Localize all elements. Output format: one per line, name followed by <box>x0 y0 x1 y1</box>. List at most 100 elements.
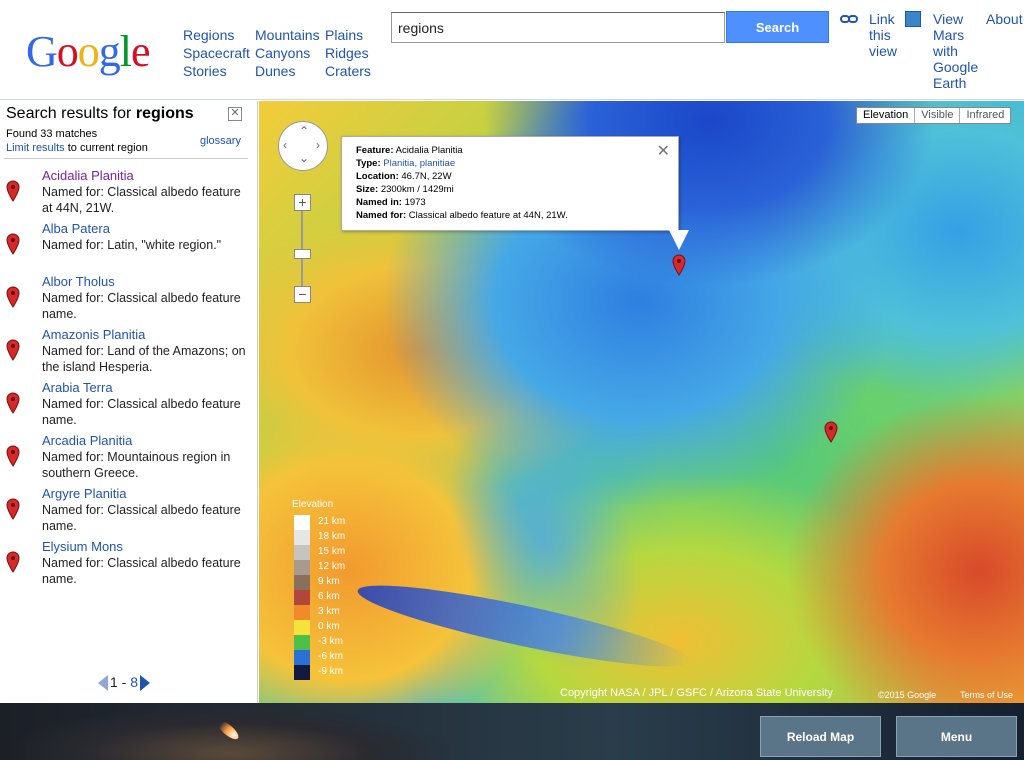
map-marker-icon[interactable] <box>672 254 686 276</box>
result-title-link[interactable]: Arabia Terra <box>42 380 113 395</box>
zoom-in-button[interactable]: + <box>294 194 311 211</box>
legend-swatch <box>294 650 310 665</box>
pan-control[interactable]: ⌃ ‹ › ⌄ <box>278 121 328 171</box>
view-mars-in-earth-link[interactable]: View Mars with Google Earth <box>933 11 979 91</box>
map-marker-icon[interactable] <box>824 421 838 443</box>
result-title-link[interactable]: Argyre Planitia <box>42 486 127 501</box>
nav-link-stories[interactable]: Stories <box>183 62 250 80</box>
close-icon[interactable]: ✕ <box>228 107 242 121</box>
legend-swatch <box>294 590 310 605</box>
nav-link-spacecraft[interactable]: Spacecraft <box>183 44 250 62</box>
limit-results-text: to current region <box>67 142 148 154</box>
nav-link-ridges[interactable]: Ridges <box>325 44 371 62</box>
pan-left-icon[interactable]: ‹ <box>283 138 287 152</box>
limit-results-link[interactable]: Limit results <box>6 142 65 154</box>
pan-right-icon[interactable]: › <box>316 138 320 152</box>
zoom-slider-thumb[interactable] <box>294 249 311 259</box>
pan-up-icon[interactable]: ⌃ <box>299 124 309 138</box>
nav-column-1: Regions Spacecraft Stories <box>183 26 250 80</box>
header: Google Regions Spacecraft Stories Mounta… <box>0 0 1024 100</box>
logo-letter: g <box>98 27 121 76</box>
result-title-link[interactable]: Arcadia Planitia <box>42 433 132 448</box>
legend-swatch <box>294 620 310 635</box>
google-earth-icon[interactable] <box>905 11 921 27</box>
nav-link-plains[interactable]: Plains <box>325 26 371 44</box>
result-title-link[interactable]: Acidalia Planitia <box>42 168 134 183</box>
info-location-value: 46.7N, 22W <box>401 171 452 182</box>
result-item[interactable]: Arabia Terra Named for: Classical albedo … <box>0 379 258 432</box>
nav-link-dunes[interactable]: Dunes <box>255 62 320 80</box>
map-marker-icon <box>6 445 20 467</box>
info-type: Type: Planitia, planitiae <box>356 157 664 170</box>
legend-label: 3 km <box>318 606 340 617</box>
map-marker-icon <box>6 339 20 361</box>
info-feature: Feature: Acidalia Planitia <box>356 144 664 157</box>
map-type-elevation[interactable]: Elevation <box>857 108 914 123</box>
info-type-link[interactable]: Planitia, planitiae <box>383 158 455 169</box>
result-title-link[interactable]: Alba Patera <box>42 221 110 236</box>
result-item[interactable]: Acidalia Planitia Named for: Classical al… <box>0 167 258 220</box>
nav-column-3: Plains Ridges Craters <box>325 26 371 80</box>
result-title-link[interactable]: Amazonis Planitia <box>42 327 145 342</box>
search-input[interactable] <box>391 12 725 43</box>
result-description: Named for: Land of the Amazons; on the i… <box>42 344 246 374</box>
menu-button[interactable]: Menu <box>896 716 1017 757</box>
result-description: Named for: Classical albedo feature name… <box>42 503 241 533</box>
map-type-infrared[interactable]: Infrared <box>959 108 1010 123</box>
nav-link-regions[interactable]: Regions <box>183 26 250 44</box>
result-item[interactable]: Argyre Planitia Named for: Classical albe… <box>0 485 258 538</box>
reload-map-button[interactable]: Reload Map <box>760 716 881 757</box>
mars-map[interactable]: Elevation Visible Infrared ⌃ ‹ › ⌄ + − Fea… <box>259 101 1024 703</box>
next-page-icon[interactable] <box>140 675 151 692</box>
copyright-text: Copyright NASA / JPL / GSFC / Arizona St… <box>560 687 833 699</box>
result-item[interactable]: Albor Tholus Named for: Classical albedo … <box>0 273 258 326</box>
result-item[interactable]: Amazonis Planitia Named for: Land of the … <box>0 326 258 379</box>
terms-of-use-link[interactable]: Terms of Use <box>960 690 1013 700</box>
google-copyright: ©2015 Google <box>878 690 937 700</box>
result-item[interactable]: Elysium Mons Named for: Classical albedo … <box>0 538 258 591</box>
zoom-out-button[interactable]: − <box>294 286 311 303</box>
map-type-visible[interactable]: Visible <box>914 108 959 123</box>
map-marker-icon <box>6 498 20 520</box>
info-location: Location: 46.7N, 22W <box>356 170 664 183</box>
map-marker-icon <box>6 392 20 414</box>
legend-swatch <box>294 545 310 560</box>
info-named-for-value: Classical albedo feature at 44N, 21W. <box>408 210 568 221</box>
legend-label: 15 km <box>318 546 346 557</box>
link-icon[interactable] <box>840 13 858 25</box>
legend-label: 18 km <box>318 531 346 542</box>
about-link[interactable]: About <box>986 11 1023 27</box>
info-type-label: Type: <box>356 158 381 169</box>
feature-info-window: Feature: Acidalia Planitia Type: Planiti… <box>341 136 679 231</box>
legend-swatch <box>294 515 310 530</box>
result-description: Named for: Classical albedo feature name… <box>42 291 241 321</box>
previous-page-icon[interactable] <box>98 675 108 692</box>
close-icon[interactable]: ✕ <box>657 144 670 160</box>
legend-label: 9 km <box>318 576 340 587</box>
legend-label: 6 km <box>318 591 340 602</box>
nav-link-canyons[interactable]: Canyons <box>255 44 320 62</box>
info-feature-value: Acidalia Planitia <box>395 145 463 156</box>
search-results-panel: Search results for regions ✕ Found 33 ma… <box>0 101 258 703</box>
link-this-view[interactable]: Link this view <box>869 11 901 59</box>
result-title-link[interactable]: Elysium Mons <box>42 539 123 554</box>
info-named-in-label: Named in: <box>356 197 402 208</box>
legend-label: -9 km <box>318 666 343 677</box>
glossary-link[interactable]: glossary <box>200 135 241 147</box>
legend-label: 0 km <box>318 621 340 632</box>
result-description: Named for: Classical albedo feature at 4… <box>42 185 241 215</box>
info-named-in: Named in: 1973 <box>356 196 664 209</box>
result-title-link[interactable]: Albor Tholus <box>42 274 115 289</box>
pager: 1 - 8 <box>98 674 151 692</box>
nav-link-mountains[interactable]: Mountains <box>255 26 320 44</box>
nav-link-craters[interactable]: Craters <box>325 62 371 80</box>
result-item[interactable]: Arcadia Planitia Named for: Mountainous r… <box>0 432 258 485</box>
pan-down-icon[interactable]: ⌄ <box>299 151 309 165</box>
google-logo[interactable]: Google <box>26 26 151 77</box>
search-button[interactable]: Search <box>726 11 829 43</box>
result-item[interactable]: Alba Patera Named for: Latin, "white regi… <box>0 220 258 273</box>
results-list: Acidalia Planitia Named for: Classical al… <box>0 167 258 591</box>
legend-swatch <box>294 635 310 650</box>
legend-swatch <box>294 665 310 680</box>
pager-range: 1 - <box>110 674 131 690</box>
